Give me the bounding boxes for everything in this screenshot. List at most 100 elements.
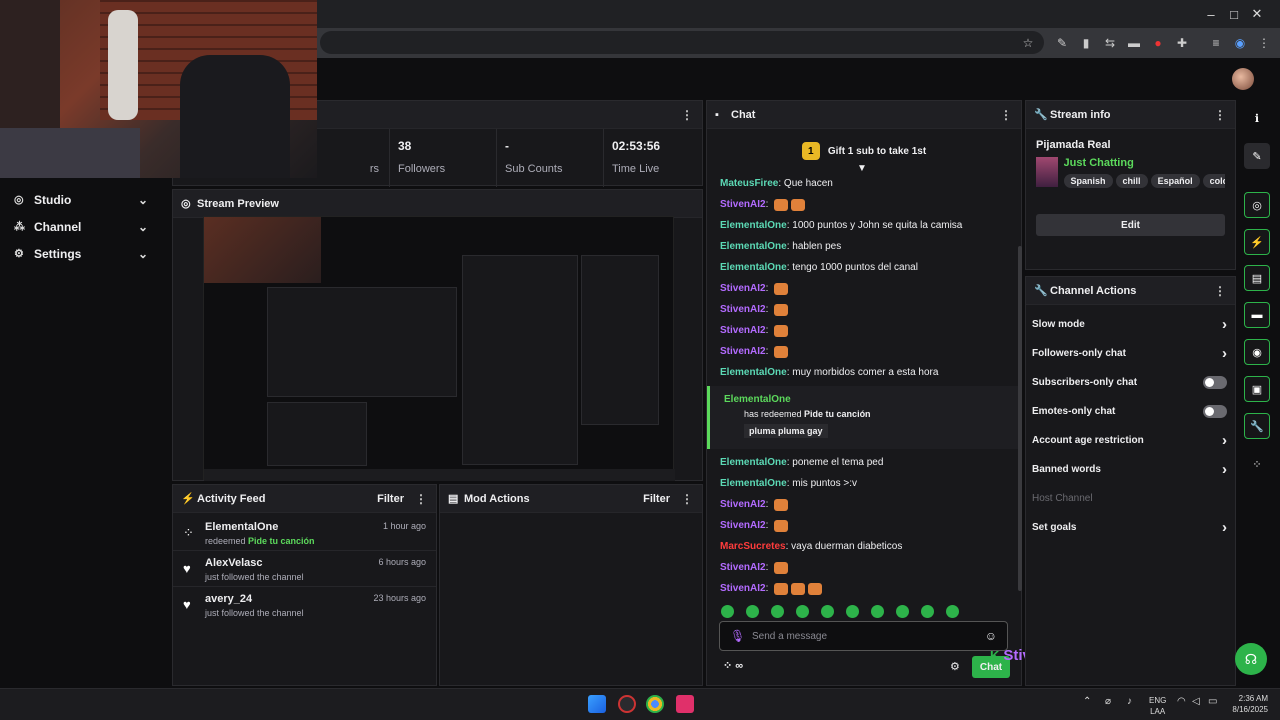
chat-input[interactable]: Send a message [752,631,985,642]
toggle-switch[interactable] [1203,376,1227,389]
chat-username[interactable]: ElementalOne [720,241,787,252]
chat-username[interactable]: ElementalOne [720,220,787,231]
chat-input-box[interactable]: 🎙 Send a message ☺ [719,621,1008,651]
record-extension-icon[interactable]: ● [1149,34,1167,52]
close-button[interactable]: ✕ [1234,0,1280,28]
broadcast-icon[interactable]: ◉ [1244,339,1270,365]
chat-username[interactable]: StivenAI2 [720,562,766,573]
emote-icon[interactable] [796,604,809,618]
filter-button[interactable]: Filter [377,493,404,505]
pencil-icon[interactable]: ✎ [1244,143,1270,169]
profile-icon[interactable]: ◉ [1231,34,1249,52]
list-item[interactable]: ⁘ ElementalOne redeemed Pide tu canción 1 h… [173,515,436,551]
more-options-icon[interactable]: ⋮ [680,492,694,506]
channel-points-icon[interactable]: ⁘ [1244,451,1270,477]
stream-preview-video[interactable] [203,216,675,481]
avatar[interactable] [1232,68,1254,90]
camera-icon[interactable]: ◎ [1244,192,1270,218]
chat-username[interactable]: StivenAI2 [720,583,766,594]
volume-icon[interactable]: ◁ [1192,696,1200,707]
chat-username[interactable]: StivenAI2 [720,520,766,531]
chat-username[interactable]: StivenAI2 [720,499,766,510]
translate-extension-icon[interactable]: ⇆ [1101,34,1119,52]
tag[interactable]: colombi [1202,174,1225,188]
more-options-icon[interactable]: ⋮ [680,108,694,122]
more-options-icon[interactable]: ⋮ [1213,284,1227,298]
emote-icon[interactable] [821,604,834,618]
channel-action-item[interactable]: Slow mode › [1026,310,1235,339]
chat-icon[interactable]: ▬ [1244,302,1270,328]
list-item[interactable]: ♥ avery_24 just followed the channel 23 hou… [173,587,436,623]
channel-action-item[interactable]: Emotes-only chat [1026,397,1235,426]
language-indicator[interactable]: ENG LAA [1149,695,1166,717]
emote-icon[interactable] [771,604,784,618]
puzzle-extension-icon[interactable]: ✚ [1173,34,1191,52]
filter-button[interactable]: Filter [643,493,670,505]
clock[interactable]: 2:36 AM 8/16/2025 [1226,693,1268,715]
channel-action-item[interactable]: Subscribers-only chat [1026,368,1235,397]
gift-sub-banner[interactable]: 1 Gift 1 sub to take 1st ▼ [707,129,1021,174]
wrench-icon[interactable]: 🔧 [1244,413,1270,439]
chat-settings-icon[interactable]: ⚙ [950,660,960,673]
info-icon[interactable]: ℹ [1244,105,1270,131]
chat-username[interactable]: ElementalOne [720,478,787,489]
chat-username[interactable]: ElementalOne [720,367,787,378]
chat-scrollbar[interactable] [1018,246,1022,591]
collapse-icon[interactable]: ▼ [857,163,867,174]
list-item[interactable]: ♥ AlexVelasc just followed the channel 6 ho… [173,551,436,587]
chat-username[interactable]: StivenAI2 [720,325,766,336]
stream-category[interactable]: Just Chatting [1064,157,1225,169]
emoji-icon[interactable]: ☺ [985,629,997,643]
support-icon[interactable]: ☊ [1235,643,1267,675]
chat-username[interactable]: MarcSucretes [720,541,786,552]
channel-action-item[interactable]: Account age restriction › [1026,426,1235,455]
microphone-icon[interactable]: 🎙 [730,629,752,643]
wifi-icon[interactable]: ◠ [1177,696,1186,707]
toggle-switch[interactable] [1203,405,1227,418]
more-options-icon[interactable]: ⋮ [999,108,1013,122]
chat-username[interactable]: ElementalOne [720,457,787,468]
chat-username[interactable]: StivenAI2 [720,304,766,315]
chat-username[interactable]: StivenAI2 [720,283,766,294]
emote-icon[interactable] [846,604,859,618]
app-icon[interactable] [618,695,636,713]
chrome-icon[interactable] [646,695,664,713]
chat-username[interactable]: StivenAI2 [720,346,766,357]
emote-icon[interactable] [871,604,884,618]
browser-menu-icon[interactable]: ⋮ [1255,34,1273,52]
microphone-icon[interactable]: ♪ [1127,696,1132,707]
more-options-icon[interactable]: ⋮ [1213,108,1227,122]
chat-username[interactable]: ElementalOne [720,262,787,273]
sidebar-item-settings[interactable]: ⚙ Settings ⌄ [0,240,168,267]
emote-icon[interactable] [921,604,934,618]
channel-points-balance[interactable]: ⁘ ∞ [723,659,743,672]
emote-icon[interactable] [746,604,759,618]
extension-icon[interactable]: ▮ [1077,34,1095,52]
network-off-icon[interactable]: ⌀ [1105,696,1111,707]
sidebar-item-studio[interactable]: ◎ Studio ⌄ [0,186,168,213]
edit-button[interactable]: Edit [1036,214,1225,236]
document-icon[interactable]: ▤ [1244,265,1270,291]
chat-username[interactable]: MateusFiree [720,178,778,189]
emote-icon[interactable] [896,604,909,618]
channel-action-item[interactable]: Set goals › [1026,513,1235,542]
channel-action-item[interactable]: Banned words › [1026,455,1235,484]
emote-icon[interactable] [946,604,959,618]
address-bar[interactable] [320,31,1044,54]
tag[interactable]: chill [1115,174,1148,188]
windows-start-icon[interactable] [588,695,606,713]
more-options-icon[interactable]: ⋮ [414,492,428,506]
tiktok-icon[interactable] [676,695,694,713]
tag[interactable]: Spanish [1063,174,1113,188]
sidebar-item-channel[interactable]: ⁂ Channel ⌄ [0,213,168,240]
bookmark-star-icon[interactable]: ☆ [1019,34,1037,52]
media-icon[interactable]: ≡ [1207,34,1225,52]
mod-icon[interactable]: ▣ [1244,376,1270,402]
lightning-icon[interactable]: ⚡ [1244,229,1270,255]
chevron-up-icon[interactable]: ⌃ [1083,696,1091,707]
tag[interactable]: Español [1150,174,1200,188]
channel-action-item[interactable]: Followers-only chat › [1026,339,1235,368]
battery-icon[interactable]: ▭ [1208,696,1217,707]
channel-action-item[interactable]: Host Channel [1026,484,1235,513]
pen-extension-icon[interactable]: ✎ [1053,34,1071,52]
